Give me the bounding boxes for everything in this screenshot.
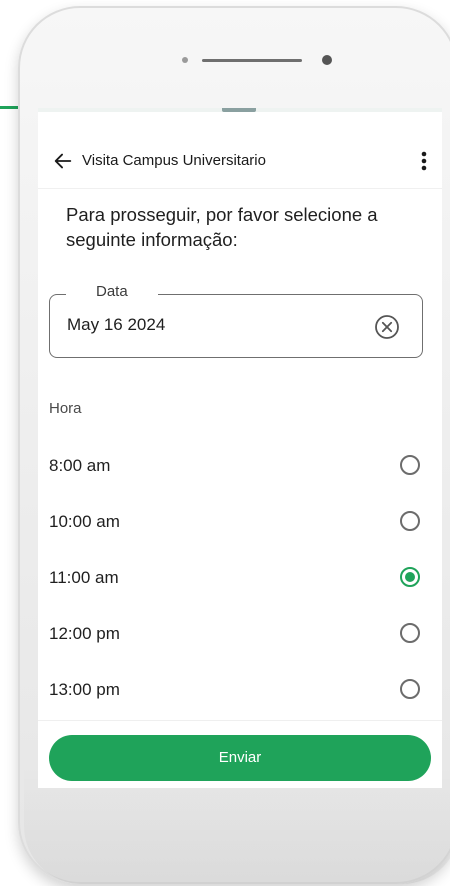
time-option-radio[interactable] xyxy=(400,679,420,699)
time-option-label: 8:00 am xyxy=(49,456,111,475)
time-option-row[interactable]: 10:00 am xyxy=(38,494,442,550)
date-field-value[interactable]: May 16 2024 xyxy=(67,315,165,335)
time-option-label: 12:00 pm xyxy=(49,624,120,643)
footer-divider xyxy=(38,720,442,721)
time-option-row[interactable]: 12:00 pm xyxy=(38,606,442,662)
time-option-radio[interactable] xyxy=(400,455,420,475)
time-option-radio[interactable] xyxy=(400,511,420,531)
phone-sensor xyxy=(182,57,188,63)
time-option-label: 10:00 am xyxy=(49,512,120,531)
time-option-row[interactable]: 8:00 am xyxy=(38,438,442,494)
clear-circle-icon[interactable] xyxy=(374,314,400,340)
date-field-label: Data xyxy=(66,283,158,300)
time-section-label: Hora xyxy=(49,400,82,417)
phone-camera xyxy=(322,55,332,65)
time-option-label: 11:00 am xyxy=(49,568,119,587)
notch-indicator xyxy=(222,108,256,112)
arrow-left-icon[interactable] xyxy=(52,150,74,172)
more-vertical-icon[interactable] xyxy=(414,148,434,174)
app-bar: Visita Campus Universitario xyxy=(38,134,442,189)
instruction-text: Para prosseguir, por favor selecione a s… xyxy=(66,204,378,250)
time-option-row[interactable]: 11:00 am xyxy=(38,550,442,606)
time-option-label: 13:00 pm xyxy=(49,680,120,699)
phone-speaker xyxy=(202,59,302,62)
app-screen: Visita Campus Universitario Para prosseg… xyxy=(38,108,442,788)
time-option-radio[interactable] xyxy=(400,567,420,587)
time-option-radio[interactable] xyxy=(400,623,420,643)
time-option-row[interactable]: 13:00 pm xyxy=(38,662,442,718)
date-field[interactable]: Data May 16 2024 xyxy=(49,283,423,358)
page-title: Visita Campus Universitario xyxy=(82,152,266,169)
submit-button[interactable]: Enviar xyxy=(49,735,431,781)
